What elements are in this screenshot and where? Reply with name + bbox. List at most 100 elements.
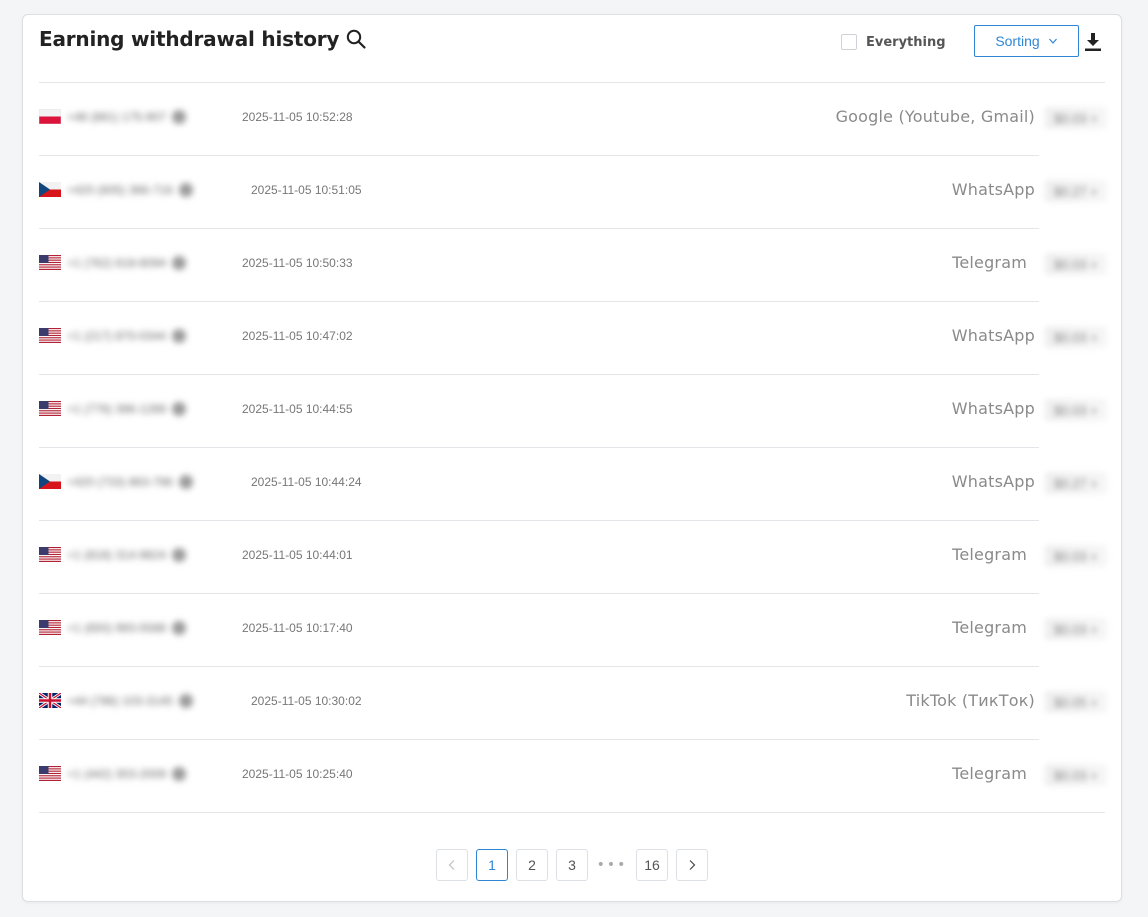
service-name: WhatsApp bbox=[951, 326, 1035, 345]
everything-filter[interactable]: Everything bbox=[841, 33, 946, 51]
phone-number: +1 (650) 993-5588 bbox=[67, 619, 237, 637]
timestamp: 2025-11-05 10:44:01 bbox=[242, 548, 353, 562]
search-icon[interactable] bbox=[345, 28, 367, 50]
timestamp: 2025-11-05 10:25:40 bbox=[242, 767, 353, 781]
flag-czech-icon bbox=[39, 182, 61, 197]
timestamp: 2025-11-05 10:50:33 bbox=[242, 256, 353, 270]
page-title-text: Earning withdrawal history bbox=[39, 27, 340, 51]
timestamp: 2025-11-05 10:51:05 bbox=[251, 183, 362, 197]
flag-usa-icon bbox=[39, 620, 61, 635]
flag-usa-icon bbox=[39, 766, 61, 781]
timestamp: 2025-11-05 10:44:24 bbox=[251, 475, 362, 489]
earning-amount: $0.27 + bbox=[1045, 180, 1107, 202]
timestamp: 2025-11-05 10:47:02 bbox=[242, 329, 353, 343]
phone-number-text: +1 (217) 870-0344 bbox=[67, 329, 167, 343]
sorting-button[interactable]: Sorting bbox=[974, 25, 1079, 57]
copy-icon bbox=[172, 256, 187, 270]
phone-number-text: +1 (762) 618-6094 bbox=[67, 256, 167, 270]
phone-number: +1 (776) 396-1289 bbox=[67, 400, 237, 418]
service-name: Google (Youtube, Gmail) bbox=[835, 107, 1035, 126]
earning-amount: $0.03 + bbox=[1045, 107, 1107, 129]
page-button-1[interactable]: 1 bbox=[476, 849, 508, 881]
pagination: 1 2 3 ••• 16 bbox=[436, 849, 716, 881]
earning-amount: $0.03 + bbox=[1045, 545, 1107, 567]
copy-icon bbox=[178, 475, 193, 489]
phone-number: +1 (818) 314-9824 bbox=[67, 546, 237, 564]
flag-uk-icon bbox=[39, 693, 61, 708]
history-row: +1 (650) 993-5588 2025-11-05 10:17:40 Tele… bbox=[39, 594, 1107, 667]
flag-usa-icon bbox=[39, 255, 61, 270]
timestamp: 2025-11-05 10:17:40 bbox=[242, 621, 353, 635]
service-name: Telegram bbox=[952, 764, 1027, 783]
prev-page-button[interactable] bbox=[436, 849, 468, 881]
everything-label: Everything bbox=[866, 34, 946, 50]
earning-amount: $0.05 + bbox=[1045, 691, 1107, 713]
chevron-down-icon bbox=[1048, 36, 1058, 46]
page-button-3[interactable]: 3 bbox=[556, 849, 588, 881]
history-row: +44 (786) 103-3145 2025-11-05 10:30:02 Tik… bbox=[39, 667, 1107, 740]
phone-number: +420 (605) 366-716 bbox=[67, 181, 237, 199]
next-page-button[interactable] bbox=[676, 849, 708, 881]
copy-icon bbox=[172, 621, 187, 635]
phone-number-text: +1 (818) 314-9824 bbox=[67, 548, 167, 562]
phone-number: +1 (762) 618-6094 bbox=[67, 254, 237, 272]
copy-icon bbox=[172, 329, 187, 343]
phone-number-text: +1 (442) 303-2009 bbox=[67, 767, 167, 781]
everything-checkbox[interactable] bbox=[841, 34, 857, 50]
history-row: +1 (442) 303-2009 2025-11-05 10:25:40 Tele… bbox=[39, 740, 1107, 813]
copy-icon bbox=[172, 548, 187, 562]
history-card: Earning withdrawal history Everything So… bbox=[22, 14, 1122, 902]
earning-amount: $0.03 + bbox=[1045, 253, 1107, 275]
flag-poland-icon bbox=[39, 109, 61, 124]
phone-number: +1 (442) 303-2009 bbox=[67, 765, 237, 783]
service-name: Telegram bbox=[952, 545, 1027, 564]
copy-icon bbox=[178, 183, 193, 197]
flag-usa-icon bbox=[39, 328, 61, 343]
service-name: WhatsApp bbox=[951, 399, 1035, 418]
history-row: +1 (762) 618-6094 2025-11-05 10:50:33 Tele… bbox=[39, 229, 1107, 302]
chevron-right-icon bbox=[689, 860, 696, 870]
phone-number-text: +1 (650) 993-5588 bbox=[67, 621, 167, 635]
earning-amount: $0.03 + bbox=[1045, 399, 1107, 421]
page-title: Earning withdrawal history bbox=[39, 25, 367, 53]
timestamp: 2025-11-05 10:44:55 bbox=[242, 402, 353, 416]
phone-number-text: +1 (776) 396-1289 bbox=[67, 402, 167, 416]
earning-amount: $0.03 + bbox=[1045, 326, 1107, 348]
flag-usa-icon bbox=[39, 401, 61, 416]
phone-number-text: +48 (861) 175-907 bbox=[67, 110, 167, 124]
service-name: Telegram bbox=[952, 618, 1027, 637]
phone-number-text: +44 (786) 103-3145 bbox=[67, 694, 173, 708]
pagination-ellipsis[interactable]: ••• bbox=[596, 849, 628, 881]
service-name: TikTok (ТикТок) bbox=[906, 691, 1035, 710]
download-icon[interactable] bbox=[1084, 32, 1102, 52]
timestamp: 2025-11-05 10:30:02 bbox=[251, 694, 362, 708]
earning-amount: $0.27 + bbox=[1045, 472, 1107, 494]
history-list: +48 (861) 175-907 2025-11-05 10:52:28 Goog… bbox=[39, 83, 1107, 813]
copy-icon bbox=[178, 694, 193, 708]
phone-number-text: +420 (605) 366-716 bbox=[67, 183, 173, 197]
page-button-16[interactable]: 16 bbox=[636, 849, 668, 881]
history-row: +48 (861) 175-907 2025-11-05 10:52:28 Goog… bbox=[39, 83, 1107, 156]
phone-number: +48 (861) 175-907 bbox=[67, 108, 237, 126]
row-divider bbox=[39, 812, 1105, 813]
page-button-2[interactable]: 2 bbox=[516, 849, 548, 881]
history-row: +1 (818) 314-9824 2025-11-05 10:44:01 Tele… bbox=[39, 521, 1107, 594]
history-row: +1 (776) 396-1289 2025-11-05 10:44:55 What… bbox=[39, 375, 1107, 448]
sorting-label: Sorting bbox=[995, 33, 1040, 49]
history-row: +420 (605) 366-716 2025-11-05 10:51:05 Wha… bbox=[39, 156, 1107, 229]
copy-icon bbox=[172, 110, 187, 124]
history-row: +1 (217) 870-0344 2025-11-05 10:47:02 What… bbox=[39, 302, 1107, 375]
earning-amount: $0.03 + bbox=[1045, 618, 1107, 640]
phone-number-text: +420 (733) 863-796 bbox=[67, 475, 173, 489]
timestamp: 2025-11-05 10:52:28 bbox=[242, 110, 353, 124]
history-row: +420 (733) 863-796 2025-11-05 10:44:24 Wha… bbox=[39, 448, 1107, 521]
phone-number: +1 (217) 870-0344 bbox=[67, 327, 237, 345]
service-name: WhatsApp bbox=[951, 472, 1035, 491]
service-name: Telegram bbox=[952, 253, 1027, 272]
earning-amount: $0.03 + bbox=[1045, 764, 1107, 786]
chevron-left-icon bbox=[448, 860, 455, 870]
phone-number: +44 (786) 103-3145 bbox=[67, 692, 237, 710]
phone-number: +420 (733) 863-796 bbox=[67, 473, 237, 491]
flag-czech-icon bbox=[39, 474, 61, 489]
copy-icon bbox=[172, 402, 187, 416]
